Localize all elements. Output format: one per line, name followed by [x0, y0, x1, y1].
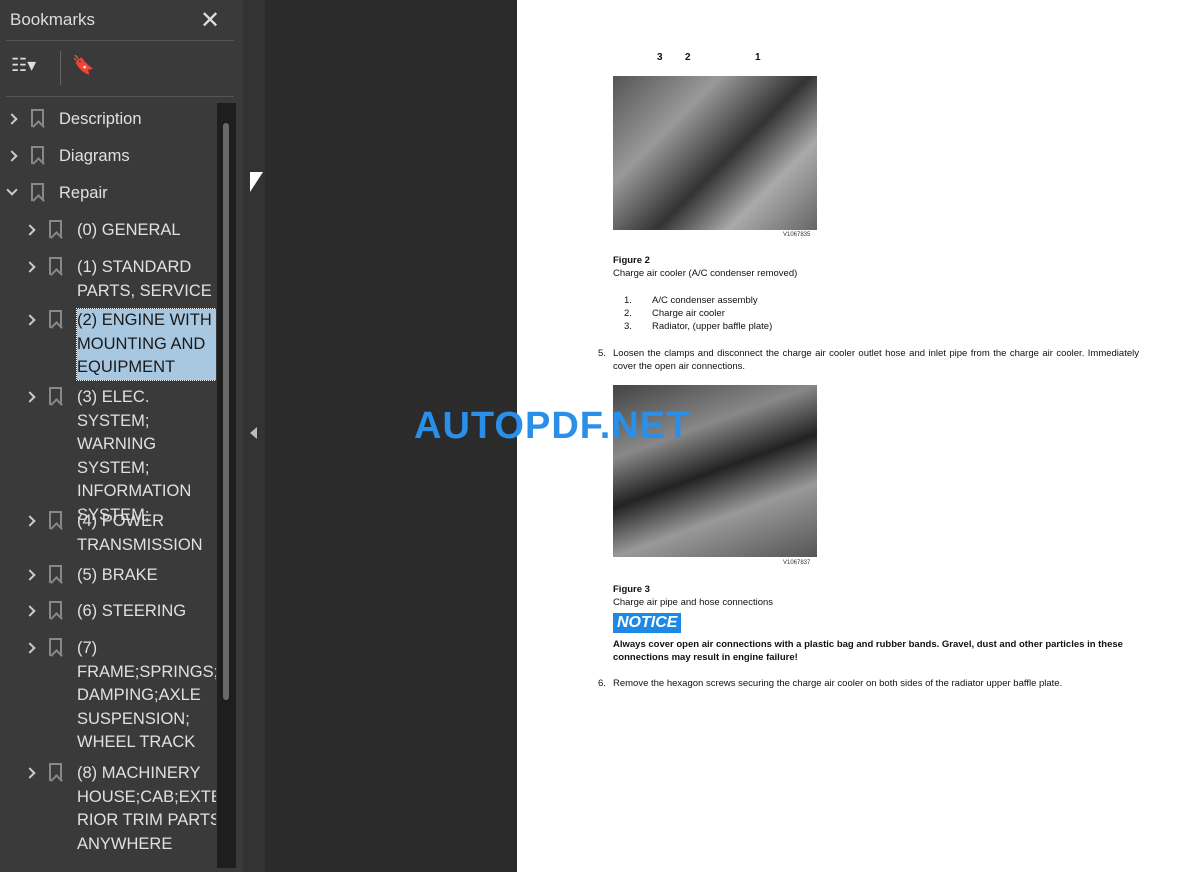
callout: 3 [657, 52, 663, 63]
bookmark-label: (3) ELEC. SYSTEM; WARNING SYSTEM; INFORM… [77, 388, 192, 524]
figure-caption: Charge air cooler (A/C condenser removed… [613, 268, 798, 279]
bookmark-icon [49, 257, 62, 275]
find-bookmark-icon[interactable]: 🔖 [72, 55, 94, 76]
bookmark-label: (8) MACHINERY HOUSE;CAB;EXTE RIOR TRIM P… [77, 764, 216, 853]
panel-title: Bookmarks [10, 10, 96, 29]
chevron-right-icon[interactable] [24, 605, 36, 617]
bookmark-label: (2) ENGINE WITH MOUNTING AND EQUIPMENT [76, 308, 216, 381]
bookmark-toolbar: ☷▾ 🔖 [6, 40, 234, 97]
notice-badge: NOTICE [613, 613, 682, 633]
bookmark-icon [49, 220, 62, 238]
bookmark-icon [31, 183, 44, 201]
chevron-down-icon[interactable] [6, 184, 18, 196]
bookmark-icon [49, 638, 62, 656]
figure-2-photo [613, 76, 817, 230]
bookmark-label: Diagrams [59, 147, 130, 165]
chevron-right-icon[interactable] [24, 261, 36, 273]
scrollbar[interactable] [217, 103, 236, 868]
chevron-right-icon[interactable] [24, 569, 36, 581]
step-number: 5. [598, 348, 606, 359]
image-code: V1067837 [783, 560, 811, 566]
bookmark-icon [49, 387, 62, 405]
watermark: AUTOPDF.NET [414, 405, 691, 447]
chevron-right-icon[interactable] [24, 642, 36, 654]
bookmark-label: Description [59, 110, 142, 128]
bookmark-icon [49, 511, 62, 529]
list-item: A/C condenser assembly [652, 295, 758, 306]
chevron-right-icon[interactable] [6, 113, 18, 125]
chevron-right-icon[interactable] [24, 767, 36, 779]
bookmark-icon [49, 763, 62, 781]
bookmark-label: (0) GENERAL [77, 221, 181, 239]
bookmark-label: Repair [59, 184, 108, 202]
chevron-right-icon[interactable] [6, 150, 18, 162]
bookmark-label: (1) STANDARD PARTS, SERVICE [77, 258, 212, 300]
bookmark-icon [31, 109, 44, 127]
bookmark-label: (7) FRAME;SPRINGS; DAMPING;AXLE SUSPENSI… [77, 639, 216, 751]
step-text: Loosen the clamps and disconnect the cha… [613, 348, 1139, 372]
mouse-cursor-icon [250, 172, 263, 192]
chevron-right-icon[interactable] [24, 515, 36, 527]
callout: 1 [755, 52, 761, 63]
bookmarks-panel: Bookmarks ✕ ☷▾ 🔖 Description Diagrams Repa… [0, 0, 243, 872]
bookmark-icon [49, 601, 62, 619]
chevron-right-icon[interactable] [24, 224, 36, 236]
bookmark-icon [49, 565, 62, 583]
step-number: 6. [598, 678, 606, 689]
close-icon[interactable]: ✕ [200, 6, 220, 35]
options-menu-icon[interactable]: ☷▾ [11, 55, 36, 76]
bookmark-label: (5) BRAKE [77, 566, 158, 584]
chevron-right-icon[interactable] [24, 314, 36, 326]
list-number: 1. [624, 295, 632, 306]
list-item: Charge air cooler [652, 308, 725, 319]
step-text: Remove the hexagon screws securing the c… [613, 678, 1063, 689]
chevron-right-icon[interactable] [24, 391, 36, 403]
divider [60, 51, 61, 85]
bookmark-icon [31, 146, 44, 164]
notice-text: Always cover open air connections with a… [613, 639, 1123, 663]
callout: 2 [685, 52, 691, 63]
bookmark-label: (6) STEERING [77, 602, 187, 620]
bookmark-label: (4) POWER TRANSMISSION [77, 512, 203, 554]
bookmark-icon [49, 310, 62, 328]
collapse-panel-icon[interactable] [250, 427, 257, 439]
bookmark-tree: Description Diagrams Repair (0) GENERAL (1) … [0, 103, 216, 868]
image-code: V1067835 [783, 232, 811, 238]
figure-title: Figure 3 [613, 584, 650, 595]
figure-title: Figure 2 [613, 255, 650, 266]
figure-caption: Charge air pipe and hose connections [613, 597, 774, 608]
scrollbar-thumb[interactable] [223, 123, 229, 700]
list-item: Radiator, (upper baffle plate) [652, 321, 773, 332]
list-number: 2. [624, 308, 632, 319]
list-number: 3. [624, 321, 632, 332]
